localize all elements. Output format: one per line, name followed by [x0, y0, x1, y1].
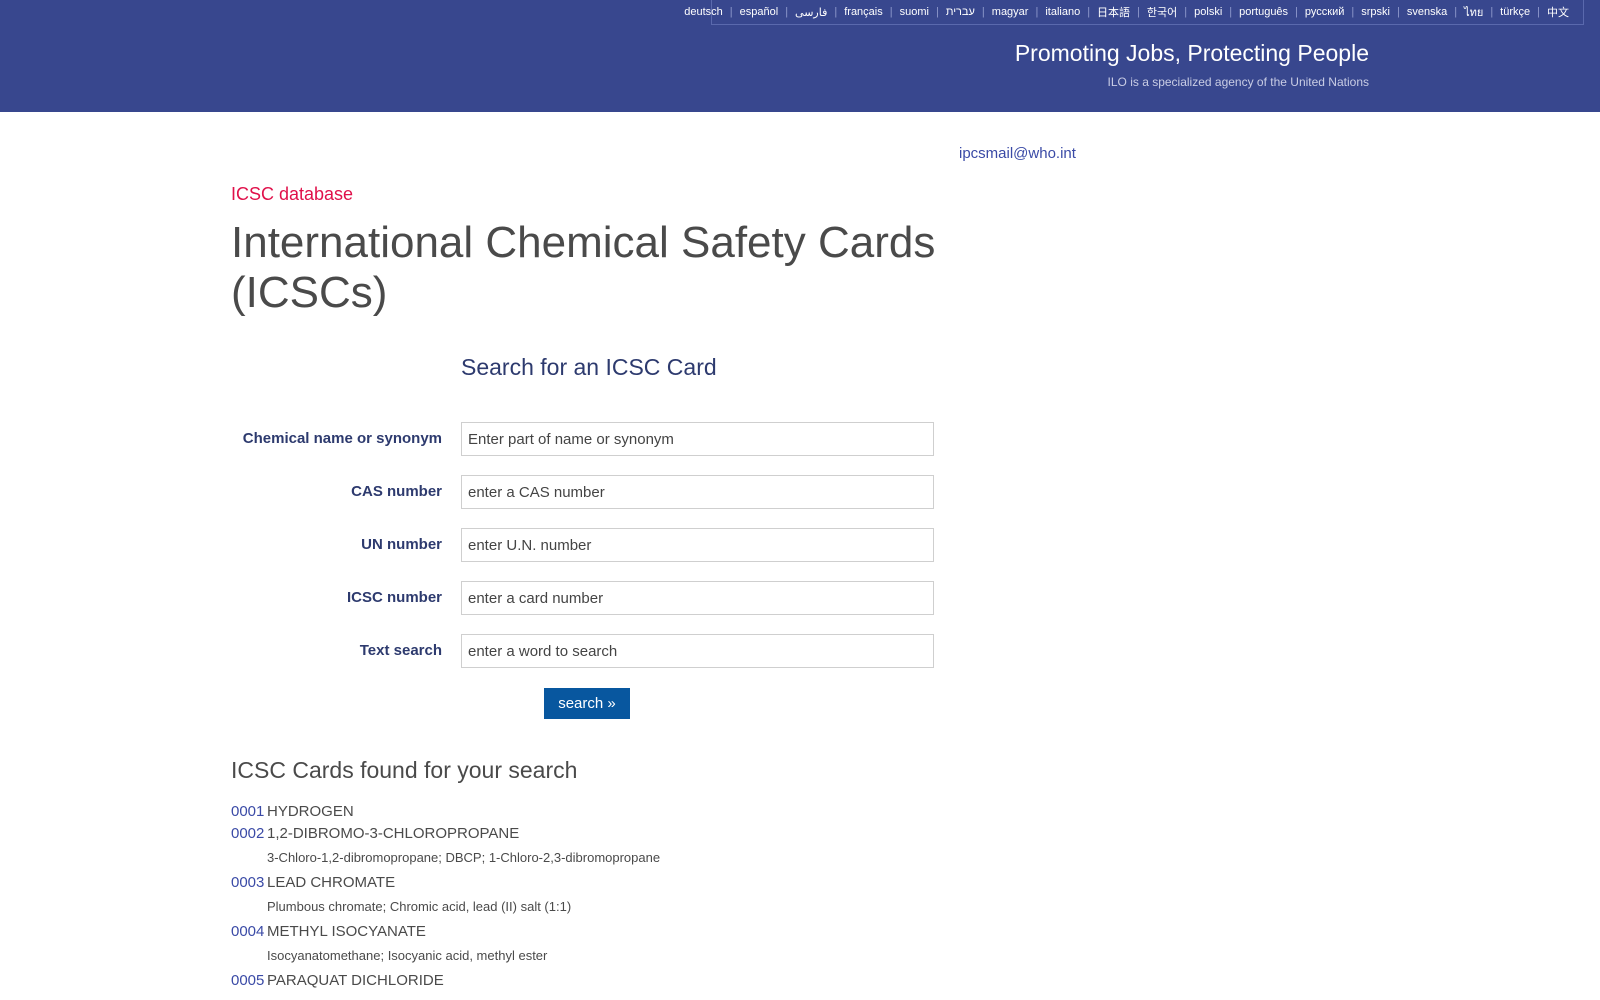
lang-separator: |	[1351, 6, 1355, 18]
text-search-row: Text search	[231, 634, 935, 668]
result-chemical-name: 1,2-DIBROMO-3-CHLOROPROPANE	[267, 825, 520, 842]
result-synonyms: Isocyanatomethane; Isocyanic acid, methy…	[267, 948, 548, 963]
lang-link-turkce[interactable]: türkçe	[1500, 6, 1530, 18]
cas-number-row: CAS number	[231, 475, 935, 509]
lang-link-hebrew[interactable]: עברית	[946, 6, 975, 18]
cas-number-label: CAS number	[351, 483, 442, 500]
un-number-input[interactable]	[461, 528, 934, 562]
un-number-label: UN number	[361, 536, 442, 553]
lang-separator: |	[981, 6, 985, 18]
lang-separator: |	[1137, 6, 1140, 18]
lang-separator: |	[1229, 6, 1233, 18]
cas-number-input[interactable]	[461, 475, 934, 509]
result-synonyms: Plumbous chromate; Chromic acid, lead (I…	[267, 899, 572, 914]
lang-separator: |	[1490, 6, 1494, 18]
lang-link-suomi[interactable]: suomi	[900, 6, 929, 18]
lang-link-farsi[interactable]: فارسی	[795, 6, 827, 19]
result-chemical-name: METHYL ISOCYANATE	[267, 923, 426, 940]
results-heading: ICSC Cards found for your search	[231, 757, 578, 783]
result-synonyms: 3-Chloro-1,2-dibromopropane; DBCP; 1-Chl…	[267, 850, 661, 865]
lang-link-thai[interactable]: ไทย	[1464, 3, 1483, 21]
page-title: International Chemical Safety Cards (ICS…	[231, 218, 936, 317]
lang-link-deutsch[interactable]: deutsch	[684, 6, 723, 18]
lang-separator: |	[729, 6, 733, 18]
site-header: deutsch | español | فارسی | français | suomi…	[0, 0, 1600, 112]
lang-separator: |	[1537, 6, 1540, 18]
chemical-name-label: Chemical name or synonym	[242, 430, 442, 447]
header-subtagline: ILO is a specialized agency of the Unite…	[1107, 75, 1369, 89]
section-label: ICSC database	[231, 184, 354, 204]
lang-separator: |	[1035, 6, 1039, 18]
header-tagline: Promoting Jobs, Protecting People	[1014, 40, 1369, 66]
lang-link-srpski[interactable]: srpski	[1361, 6, 1390, 18]
lang-separator: |	[1454, 6, 1458, 18]
search-heading: Search for an ICSC Card	[461, 354, 717, 380]
search-button[interactable]: search »	[544, 688, 630, 719]
icsc-number-label: ICSC number	[346, 589, 442, 606]
text-search-label: Text search	[359, 642, 442, 659]
icsc-number-input[interactable]	[461, 581, 934, 615]
result-card-number-link[interactable]: 0004	[231, 923, 267, 940]
lang-link-italiano[interactable]: italiano	[1045, 6, 1080, 18]
lang-link-chinese[interactable]: 中文	[1547, 4, 1569, 20]
contact-email-link[interactable]: ipcsmail@who.int	[959, 145, 1076, 162]
lang-link-japanese[interactable]: 日本語	[1097, 4, 1130, 20]
lang-link-svenska[interactable]: svenska	[1407, 6, 1447, 18]
lang-separator: |	[1295, 6, 1298, 18]
result-chemical-name: PARAQUAT DICHLORIDE	[267, 972, 444, 989]
lang-link-korean[interactable]: 한국어	[1147, 4, 1177, 20]
lang-link-espanol[interactable]: español	[740, 6, 779, 18]
lang-separator: |	[1397, 6, 1400, 18]
result-item: 0005 PARAQUAT DICHLORIDE	[231, 972, 1031, 990]
result-card-number-link[interactable]: 0003	[231, 874, 267, 891]
lang-link-francais[interactable]: français	[844, 6, 883, 18]
lang-separator: |	[785, 6, 789, 18]
lang-separator: |	[1184, 6, 1188, 18]
lang-separator: |	[1087, 6, 1091, 18]
un-number-row: UN number	[231, 528, 935, 562]
lang-link-russian[interactable]: русский	[1305, 6, 1344, 18]
lang-link-polski[interactable]: polski	[1194, 6, 1222, 18]
lang-link-portugues[interactable]: português	[1239, 6, 1288, 18]
results-list: 0001 HYDROGEN 0002 1,2-DIBROMO-3-CHLOROPRO…	[231, 803, 1031, 994]
chemical-name-row: Chemical name or synonym	[231, 422, 935, 456]
result-item: 0002 1,2-DIBROMO-3-CHLOROPROPANE 3-Chloro…	[231, 825, 1031, 865]
text-search-input[interactable]	[461, 634, 934, 668]
result-item: 0004 METHYL ISOCYANATE Isocyanatomethane;…	[231, 923, 1031, 963]
result-card-number-link[interactable]: 0005	[231, 972, 267, 989]
result-item: 0001 HYDROGEN	[231, 803, 1031, 821]
lang-separator: |	[834, 6, 838, 18]
icsc-number-row: ICSC number	[231, 581, 935, 615]
chemical-name-input[interactable]	[461, 422, 934, 456]
lang-separator: |	[889, 6, 893, 18]
lang-separator: |	[935, 6, 939, 18]
result-card-number-link[interactable]: 0001	[231, 803, 267, 820]
result-item: 0003 LEAD CHROMATE Plumbous chromate; Chr…	[231, 874, 1031, 914]
lang-link-magyar[interactable]: magyar	[992, 6, 1029, 18]
result-chemical-name: HYDROGEN	[267, 803, 354, 820]
result-card-number-link[interactable]: 0002	[231, 825, 267, 842]
result-chemical-name: LEAD CHROMATE	[267, 874, 396, 891]
language-bar: deutsch | español | فارسی | français | suomi…	[684, 0, 1584, 25]
